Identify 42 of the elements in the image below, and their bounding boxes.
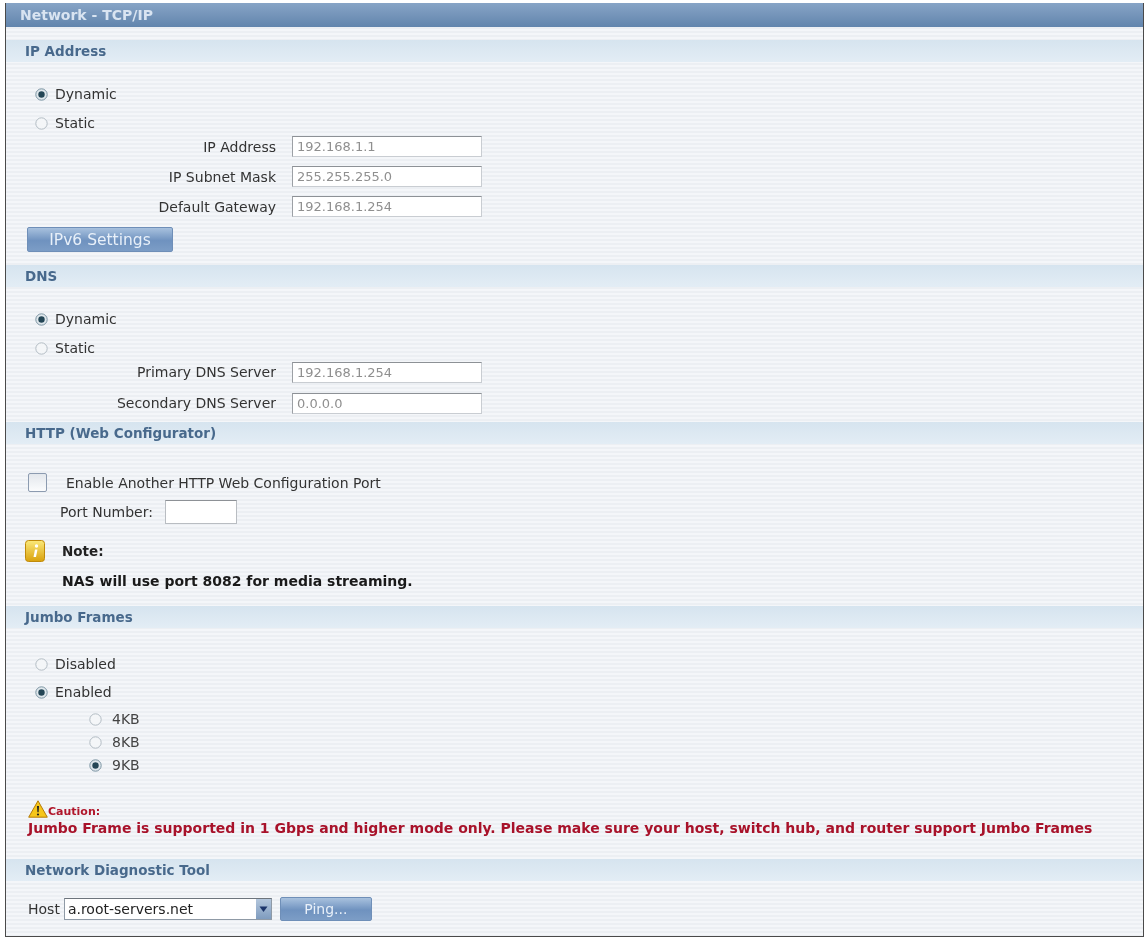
radio-label[interactable]: 4KB (112, 711, 140, 727)
section-title: HTTP (Web Configurator) (25, 425, 217, 441)
host-label: Host (28, 901, 60, 917)
note-title: Note: (62, 543, 104, 559)
host-select[interactable]: a.root-servers.net (63, 898, 272, 920)
radio-button[interactable] (35, 312, 48, 326)
field-label: Primary DNS Server (136, 364, 276, 380)
radio-label[interactable]: Disabled (55, 656, 116, 672)
window-title: Network - TCP/IP (20, 7, 153, 23)
radio-label[interactable]: Dynamic (55, 311, 117, 327)
radio-label[interactable]: Static (55, 115, 96, 131)
field-label: IP Subnet Mask (168, 168, 276, 185)
note-text: NAS will use port 8082 for media streaming. (62, 573, 413, 590)
warning-icon (28, 800, 48, 818)
radio-label[interactable]: Static (55, 340, 96, 356)
field-label: Port Number: (60, 504, 154, 520)
radio-button[interactable] (35, 87, 48, 101)
radio-button[interactable] (89, 712, 102, 726)
radio-button[interactable] (89, 735, 102, 749)
radio-label[interactable]: Dynamic (55, 86, 117, 102)
section-title: IP Address (25, 43, 107, 59)
field-label: IP Address (203, 138, 276, 155)
radio-button[interactable] (35, 657, 48, 671)
section-title: DNS (25, 268, 58, 284)
radio-label[interactable]: 9KB (112, 757, 140, 773)
port-number-field[interactable] (165, 500, 237, 524)
radio-button[interactable] (89, 758, 102, 772)
section-title: Network Diagnostic Tool (25, 862, 210, 878)
caution-title: Caution: (48, 805, 101, 818)
caret-icon[interactable] (255, 899, 271, 919)
field-label: Default Gateway (158, 198, 276, 215)
radio-button[interactable] (35, 116, 48, 130)
info-icon (25, 540, 45, 562)
checkbox[interactable] (28, 473, 47, 492)
radio-button[interactable] (35, 341, 48, 355)
checkbox-label[interactable]: Enable Another HTTP Web Configuration Port (66, 474, 381, 491)
radio-button[interactable] (35, 685, 48, 699)
radio-label[interactable]: 8KB (112, 734, 140, 750)
section-title: Jumbo Frames (25, 609, 133, 625)
radio-label[interactable]: Enabled (55, 684, 112, 700)
caution-text: Jumbo Frame is supported in 1 Gbps and higher mode only. Please make sure your host, switch hub, and router support Jumbo Frames (28, 820, 1093, 837)
field-label: Secondary DNS Server (116, 395, 276, 411)
